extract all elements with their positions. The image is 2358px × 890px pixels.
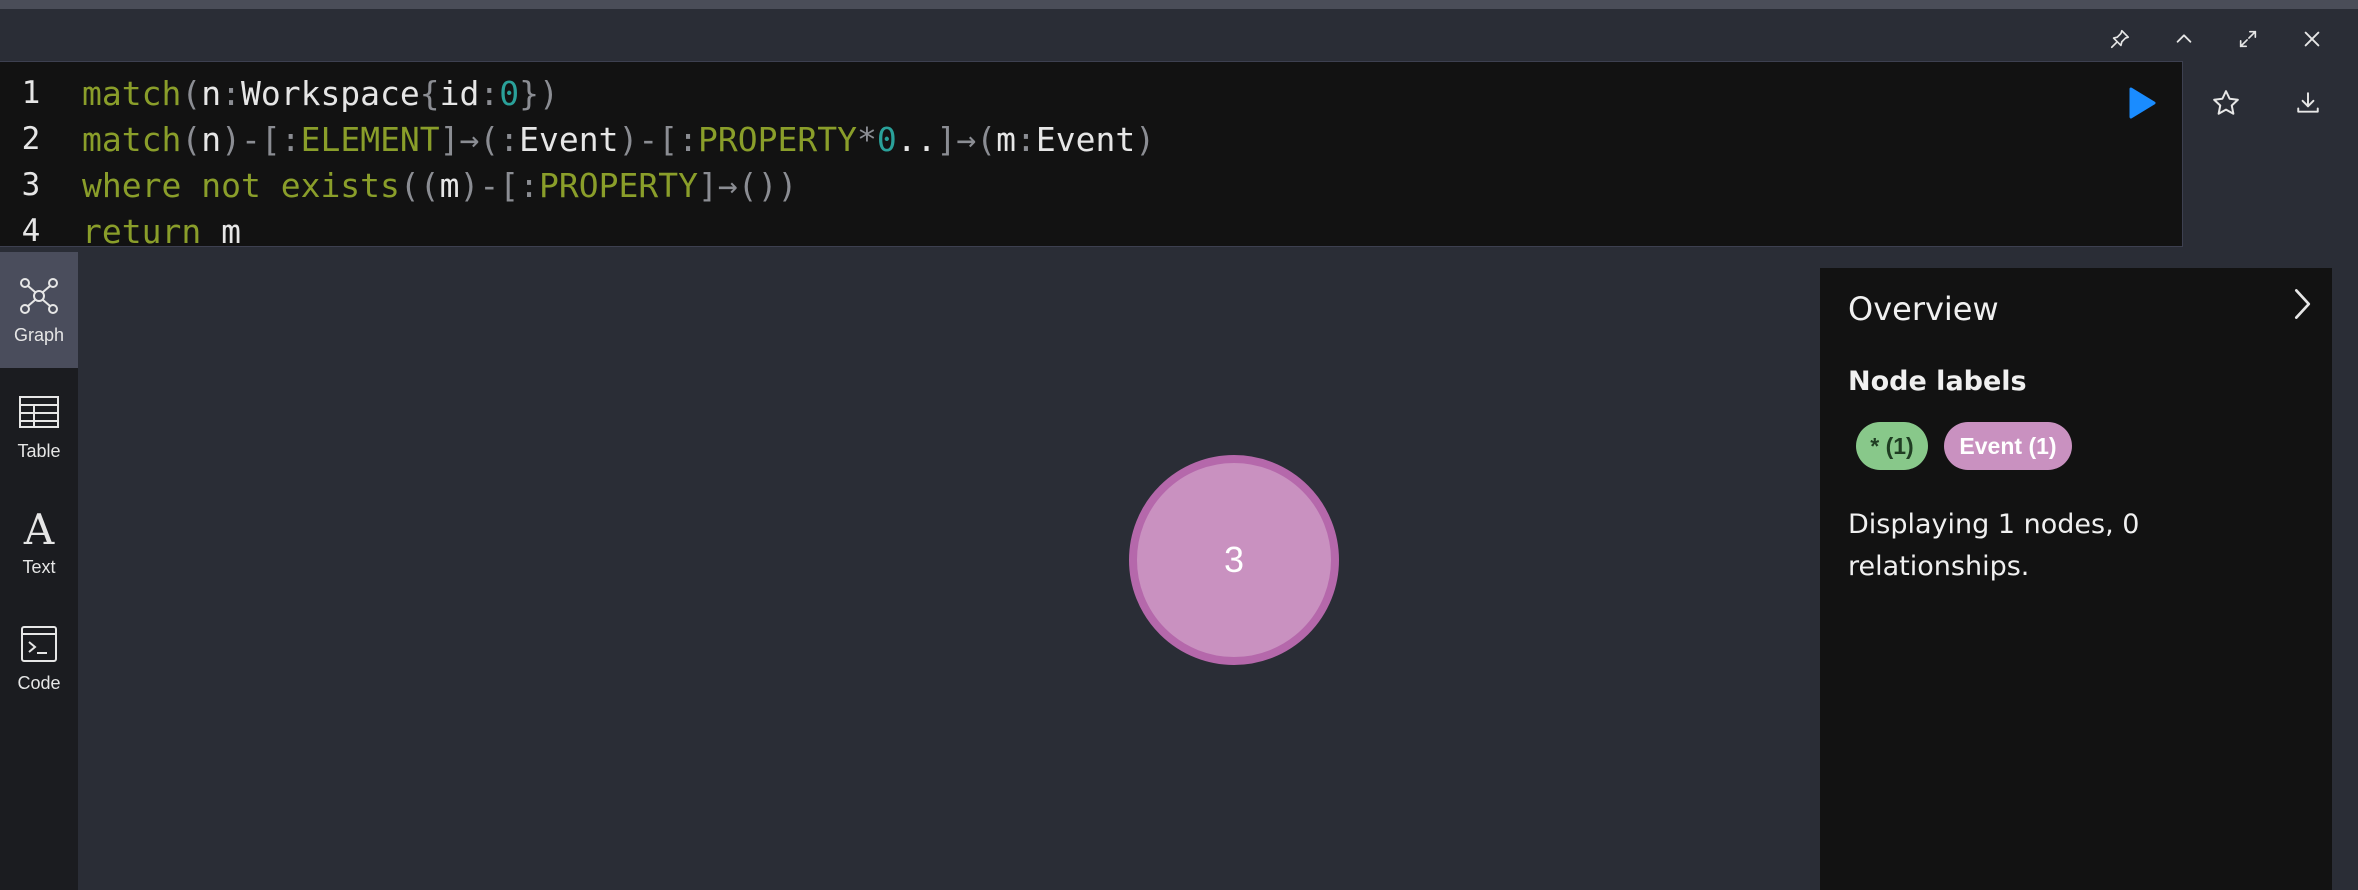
result-view-sidebar: Graph Table A Text Code xyxy=(0,252,78,890)
code-line-4: 4 return m xyxy=(0,208,241,254)
close-icon xyxy=(2304,31,2320,47)
chevron-right-icon xyxy=(2294,289,2311,319)
view-graph-button[interactable]: Graph xyxy=(0,252,78,368)
label-chip-all[interactable]: * (1) xyxy=(1856,422,1928,470)
query-editor[interactable]: 1 match(n:Workspace{id:0}) 2 match(n)-[:… xyxy=(0,61,2183,251)
code-line-1: 1 match(n:Workspace{id:0}) xyxy=(0,70,559,116)
graph-node[interactable]: 3 xyxy=(1129,455,1339,665)
line-number: 2 xyxy=(21,121,41,157)
code-text: where not exists((m)-[:PROPERTY]→()) xyxy=(82,165,798,205)
view-label: Graph xyxy=(13,324,65,345)
overview-title: Overview xyxy=(1848,290,1999,328)
svg-text:A: A xyxy=(23,507,55,549)
label-chip-event[interactable]: Event (1) xyxy=(1944,422,2072,470)
favorite-button[interactable] xyxy=(2204,82,2248,124)
line-number: 1 xyxy=(21,75,41,111)
view-code-button[interactable]: Code xyxy=(0,600,78,716)
view-table-button[interactable]: Table xyxy=(0,368,78,484)
code-icon xyxy=(21,625,57,662)
download-button[interactable] xyxy=(2286,82,2330,124)
view-text-button[interactable]: A Text xyxy=(0,484,78,600)
view-label: Table xyxy=(17,440,61,461)
pin-icon xyxy=(2110,29,2130,49)
code-line-2: 2 match(n)-[:ELEMENT]→(:Event)-[:PROPERT… xyxy=(0,116,1155,162)
star-icon xyxy=(2213,90,2239,115)
expand-icon xyxy=(2239,30,2257,48)
fullscreen-button[interactable] xyxy=(2216,22,2280,56)
play-icon xyxy=(2129,87,2156,119)
result-summary: Displaying 1 nodes, 0 relationships. xyxy=(1848,509,2140,582)
line-number: 4 xyxy=(21,213,41,249)
code-text: match(n:Workspace{id:0}) xyxy=(82,73,559,113)
code-line-3: 3 where not exists((m)-[:PROPERTY]→()) xyxy=(0,162,798,208)
collapse-overview-button[interactable] xyxy=(2282,282,2322,326)
overview-panel: Overview Node labels * (1) Event (1) Dis… xyxy=(1820,268,2332,890)
run-query-button[interactable] xyxy=(2122,82,2162,124)
view-label: Text xyxy=(22,556,56,577)
view-label: Code xyxy=(17,672,61,693)
node-labels-heading: Node labels xyxy=(1848,366,2027,397)
graph-icon xyxy=(20,277,58,314)
line-number: 3 xyxy=(21,167,41,203)
code-text: match(n)-[:ELEMENT]→(:Event)-[:PROPERTY*… xyxy=(82,119,1156,159)
table-icon xyxy=(19,395,59,428)
frame-controls xyxy=(2088,22,2344,56)
pin-button[interactable] xyxy=(2088,22,2152,56)
download-icon xyxy=(2297,92,2319,113)
graph-canvas[interactable] xyxy=(78,252,1820,890)
text-icon: A xyxy=(23,507,55,549)
code-text: return m xyxy=(82,211,241,251)
node-caption: 3 xyxy=(1223,539,1245,580)
close-button[interactable] xyxy=(2280,22,2344,56)
chevron-up-icon xyxy=(2176,34,2192,43)
top-strip xyxy=(0,0,2358,9)
collapse-button[interactable] xyxy=(2152,22,2216,56)
